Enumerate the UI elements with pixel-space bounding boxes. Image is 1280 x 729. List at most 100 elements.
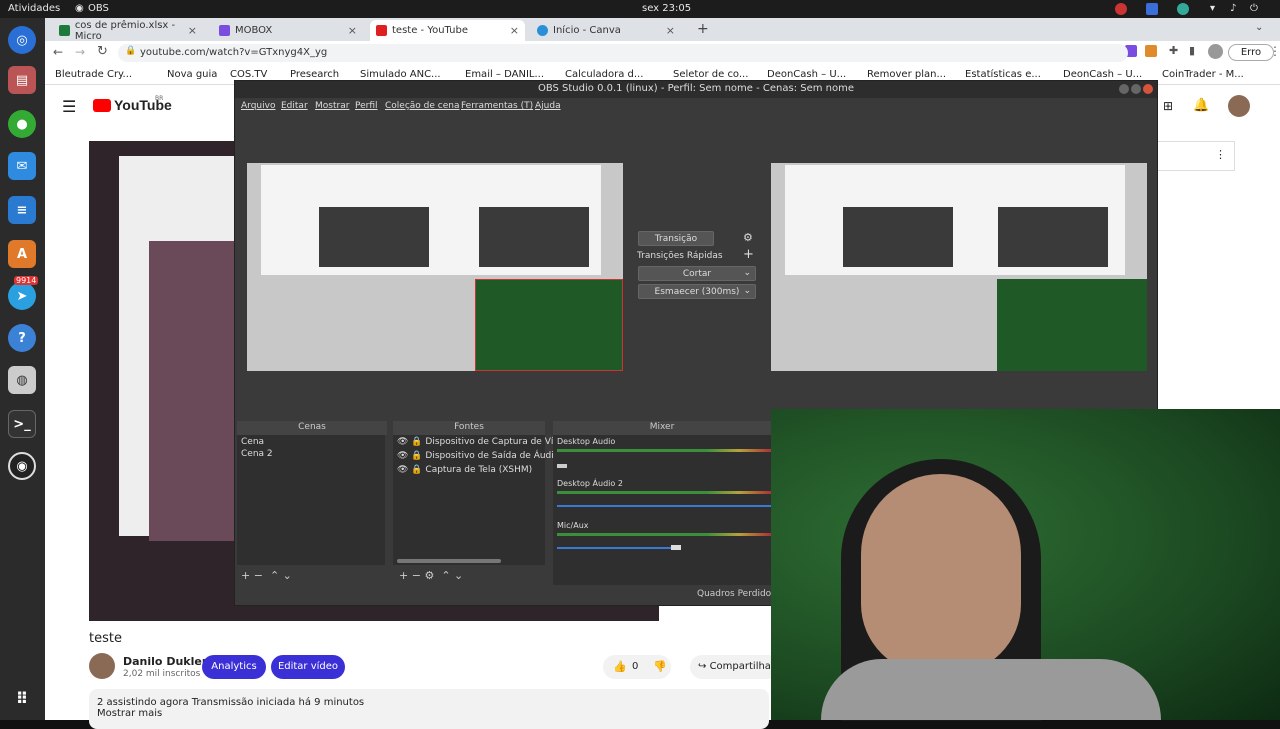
eye-icon[interactable]: 👁 [397,451,408,461]
remove-source-icon[interactable]: − [412,569,421,582]
help-icon[interactable]: ? [8,324,36,352]
bookmark-item[interactable]: Seletor de co... [673,69,748,80]
close-icon[interactable]: × [510,24,519,37]
volume-handle[interactable] [671,545,681,550]
bookmark-item[interactable]: Estatísticas e... [965,69,1041,80]
menu-colecao[interactable]: Coleção de cena [385,101,459,111]
files-icon[interactable]: ▤ [8,66,36,94]
source-item[interactable]: 👁 🔒 Dispositivo de Captura de Víde [393,435,565,449]
obs-tray-icon[interactable] [1115,3,1127,15]
cut-button[interactable]: Cortar ⌄ [638,266,756,281]
terminal-icon[interactable]: >_ [8,410,36,438]
tab-search-icon[interactable]: ⌄ [1255,22,1263,33]
remove-scene-icon[interactable]: − [254,569,263,582]
volume-icon[interactable]: ♪ [1230,3,1236,14]
profile-avatar[interactable] [1208,44,1223,59]
share-button[interactable]: ↪ Compartilhar [690,655,780,679]
bookmark-item[interactable]: CoinTrader - M... [1162,69,1244,80]
clock[interactable]: sex 23:05 [642,3,691,14]
add-scene-icon[interactable]: + [241,569,250,582]
source-item[interactable]: 👁 🔒 Dispositivo de Saída de Áudio [393,449,559,463]
app-menu[interactable]: OBS [88,3,109,14]
create-icon[interactable]: ⊞ [1163,99,1173,113]
tab-mobox[interactable]: MOBOX × [213,20,363,41]
show-more-link[interactable]: Mostrar mais [97,708,761,719]
menu-ferramentas[interactable]: Ferramentas (T) [461,101,533,111]
account-avatar[interactable] [1228,95,1250,117]
menu-icon[interactable]: ⋮ [1269,44,1280,58]
add-source-icon[interactable]: + [399,569,408,582]
bookmark-item[interactable]: Presearch [290,69,339,80]
network-icon[interactable]: ▾ [1210,3,1215,14]
back-icon[interactable]: ← [53,45,63,59]
software-store-icon[interactable]: A [8,240,36,268]
bookmark-item[interactable]: COS.TV [230,69,267,80]
chrome-icon[interactable]: ● [8,110,36,138]
chat-menu-icon[interactable]: ⋮ [1215,148,1226,161]
eye-icon[interactable]: 👁 [397,465,408,475]
rhythmbox-icon[interactable]: ◍ [8,366,36,394]
hamburger-icon[interactable]: ☰ [62,97,76,116]
add-quick-transition-icon[interactable]: + [743,247,754,262]
move-down-icon[interactable]: ⌄ [283,569,292,582]
scene-item[interactable]: Cena 2 [237,449,385,459]
update-tray-icon[interactable] [1177,3,1189,15]
bookmark-item[interactable]: Remover plan... [867,69,946,80]
move-down-icon[interactable]: ⌄ [454,569,463,582]
lock-icon[interactable]: 🔒 [411,451,422,461]
close-icon[interactable]: × [188,24,197,37]
minimize-icon[interactable] [1119,84,1129,94]
channel-avatar[interactable] [89,653,115,679]
move-up-icon[interactable]: ⌃ [441,569,450,582]
source-settings-icon[interactable]: ⚙ [424,569,434,582]
url-bar[interactable]: 🔒 youtube.com/watch?v=GTxnyg4X_yg [118,44,1128,62]
lock-icon[interactable]: 🔒 [411,465,422,475]
edit-video-button[interactable]: Editar vídeo [271,655,345,679]
app-grid-icon[interactable]: ⠿ [8,684,36,712]
tab-canva[interactable]: Início - Canva × [531,20,681,41]
preview-panel[interactable] [239,119,629,411]
volume-slider[interactable] [557,505,771,507]
maximize-icon[interactable] [1131,84,1141,94]
transition-settings-icon[interactable]: ⚙ [743,231,753,244]
sources-scrollbar[interactable] [397,559,501,563]
lock-icon[interactable]: 🔒 [411,437,422,447]
power-icon[interactable]: ⏻ [1250,3,1258,14]
close-window-icon[interactable] [1143,84,1153,94]
bookmark-item[interactable]: Nova guia [167,69,217,80]
telegram-icon[interactable]: ➤ [8,282,36,310]
menu-arquivo[interactable]: Arquivo [241,101,275,111]
fade-button[interactable]: Esmaecer (300ms) ⌄ [638,284,756,299]
analytics-button[interactable]: Analytics [202,655,266,679]
notifications-icon[interactable]: 🔔 [1193,98,1209,113]
menu-perfil[interactable]: Perfil [355,101,378,111]
tab-spreadsheet[interactable]: cos de prêmio.xlsx - Micro × [53,20,203,42]
chromium-icon[interactable]: ◎ [8,26,36,54]
bookmark-item[interactable]: Bleutrade Cry... [55,69,132,80]
error-button[interactable]: Erro [1228,44,1274,61]
dislike-icon[interactable]: 👎 [653,660,667,673]
scene-item[interactable]: Cena [237,435,385,449]
move-up-icon[interactable]: ⌃ [270,569,279,582]
transition-button[interactable]: Transição [638,231,714,246]
channel-name[interactable]: Danilo Dukler [123,655,207,668]
tab-youtube[interactable]: teste - YouTube × [370,20,525,41]
obs-dock-icon[interactable]: ◉ [8,452,36,480]
bookmark-item[interactable]: Simulado ANC... [360,69,441,80]
new-tab-button[interactable]: + [697,21,709,37]
bookmark-item[interactable]: DeonCash – U... [1063,69,1142,80]
menu-editar[interactable]: Editar [281,101,308,111]
close-icon[interactable]: × [666,24,675,37]
source-item[interactable]: 👁 🔒 Captura de Tela (XSHM) [393,463,545,477]
volume-slider[interactable] [557,464,567,468]
activities-button[interactable]: Atividades [8,3,60,14]
menu-mostrar[interactable]: Mostrar [315,101,349,111]
metamask-icon[interactable] [1145,45,1157,57]
menu-ajuda[interactable]: Ajuda [535,101,561,111]
bookmark-item[interactable]: Calculadora d... [565,69,643,80]
eye-icon[interactable]: 👁 [397,437,408,447]
description-box[interactable]: 2 assistindo agora Transmissão iniciada … [89,689,769,729]
reload-icon[interactable]: ↻ [97,44,108,59]
bookmark-item[interactable]: DeonCash – U... [767,69,846,80]
like-icon[interactable]: 👍 [613,660,627,673]
